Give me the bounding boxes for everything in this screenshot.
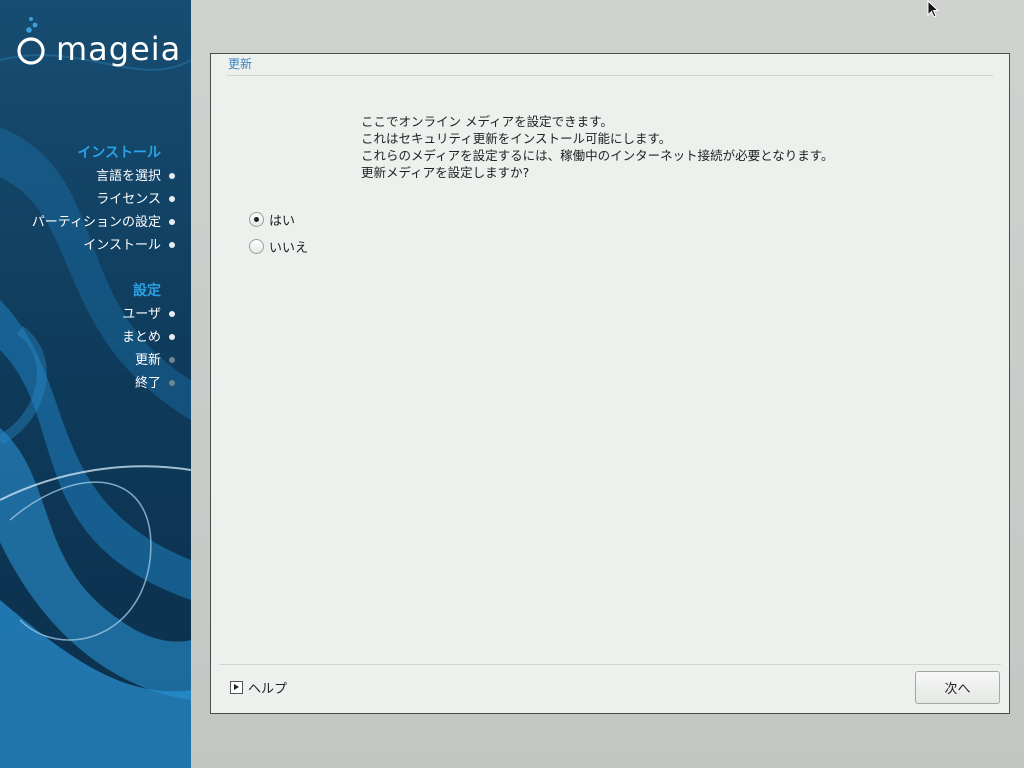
mageia-logo: mageia [16,16,186,72]
nav-item-label: ユーザ [122,307,161,322]
step-done-dot [169,173,175,179]
nav-item-partitioning: パーティションの設定 [31,211,175,234]
nav-item-users: ユーザ [122,303,175,326]
radio-label: はい [269,213,296,229]
step-done-dot [169,242,175,248]
nav-item-label: インストール [83,238,161,253]
nav-heading-install: インストール [77,145,161,161]
updates-panel: 更新 ここでオンライン メディアを設定できます。 これはセキュリティ更新をインス… [210,53,1010,714]
description-line: これらのメディアを設定するには、稼働中のインターネット接続が必要となります。 [361,148,834,163]
next-button[interactable]: 次へ [915,671,1000,704]
radio-option-no[interactable]: いいえ [249,236,308,256]
step-done-dot [169,219,175,225]
nav-item-finish: 終了 [122,372,175,395]
nav-item-updates: 更新 [122,349,175,372]
nav-item-label: 更新 [134,353,161,368]
nav-section-config: 設定 ユーザ まとめ 更新 終了 [121,280,175,395]
nav-item-install: インストール [32,234,175,257]
mageia-cauldron-icon [17,17,45,65]
nav-item-label: 終了 [134,376,161,391]
nav-item-label: まとめ [121,330,161,345]
logo-text: mageia [56,30,182,68]
help-label: ヘルプ [248,682,288,697]
description-line: これはセキュリティ更新をインストール可能にします。 [361,131,672,146]
nav-item-label: ライセンス [96,192,161,207]
panel-title: 更新 [228,57,253,71]
bottom-divider [219,664,1001,665]
step-done-dot [169,311,175,317]
sidebar: mageia インストール 言語を選択 ライセンス パーティションの設定 インス… [0,0,191,768]
mouse-cursor-icon [927,0,940,18]
step-pending-dot [169,380,175,386]
nav-item-language: 言語を選択 [32,165,175,188]
sidebar-background-swirls [0,0,191,768]
nav-item-label: 言語を選択 [95,169,161,184]
description-line: ここでオンライン メディアを設定できます。 [361,114,613,129]
title-divider [227,75,993,76]
description-text: ここでオンライン メディアを設定できます。 これはセキュリティ更新をインストール… [361,113,981,181]
nav-section-install: インストール 言語を選択 ライセンス パーティションの設定 インストール [31,142,175,257]
radio-button[interactable] [249,238,264,254]
nav-heading-config: 設定 [133,283,161,299]
help-toggle[interactable]: ヘルプ [230,678,287,697]
radio-button-checked[interactable] [249,211,264,227]
radio-option-yes[interactable]: はい [249,209,295,229]
description-line: 更新メディアを設定しますか? [361,165,530,180]
step-done-dot [169,196,175,202]
radio-label: いいえ [269,240,309,256]
step-pending-dot [169,357,175,363]
nav-item-label: パーティションの設定 [31,215,161,230]
nav-item-summary: まとめ [121,326,175,349]
nav-item-license: ライセンス [32,188,175,211]
expand-arrow-icon[interactable] [230,681,243,694]
step-done-dot [169,334,175,340]
